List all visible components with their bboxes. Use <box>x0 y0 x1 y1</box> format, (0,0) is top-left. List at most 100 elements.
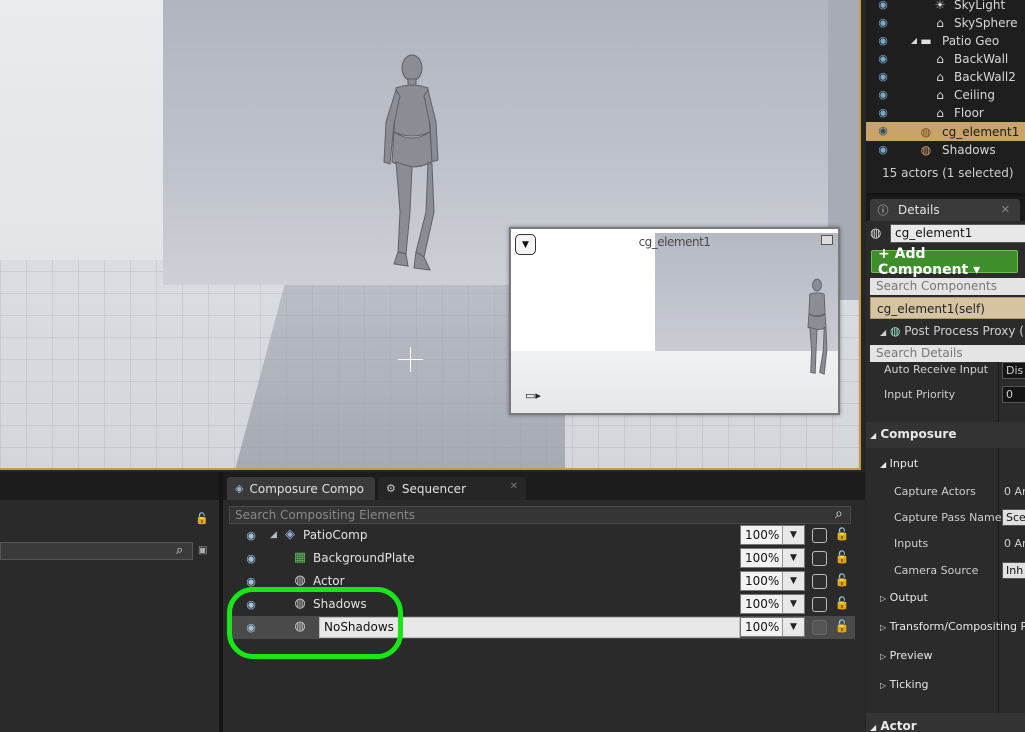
maximize-icon[interactable] <box>821 235 833 245</box>
expand-arrow-icon[interactable]: ◢ <box>880 328 886 337</box>
chevron-down-icon[interactable]: ▼ <box>782 549 804 567</box>
eye-icon[interactable]: ◉ <box>243 575 259 588</box>
outliner-row[interactable]: ◉ ⌂ BackWall <box>866 50 1025 68</box>
collapse-arrow-icon[interactable]: ▷ <box>880 681 886 690</box>
eye-icon[interactable]: ◉ <box>243 598 259 611</box>
comp-row-shadows[interactable]: ◉ ◍ Shadows 100% ▼ 🔓 <box>229 593 855 616</box>
lock-icon[interactable]: 🔓 <box>834 573 850 587</box>
chevron-down-icon[interactable]: ▼ <box>782 572 804 590</box>
outliner-row[interactable]: ◉ ◢ ▬ Patio Geo <box>866 32 1025 50</box>
lock-icon[interactable]: 🔓 <box>834 596 850 610</box>
collapse-arrow-icon[interactable]: ▷ <box>880 652 886 661</box>
element-icon: ◍ <box>920 143 932 157</box>
prop-label: Capture Actors <box>894 485 976 498</box>
inputs-value[interactable]: 0 Ar <box>1004 537 1025 550</box>
search-compositing-elements-input[interactable]: Search Compositing Elements <box>229 506 851 524</box>
camera-icon[interactable]: ▭▸ <box>525 389 541 402</box>
capture-pass-name-field[interactable]: Sce <box>1002 509 1025 526</box>
freeze-checkbox[interactable] <box>812 620 827 635</box>
search-components-input[interactable]: Search Components <box>870 278 1025 295</box>
outliner-label: Ceiling <box>954 88 995 102</box>
eye-icon[interactable]: ◉ <box>876 89 890 101</box>
eye-icon[interactable]: ◉ <box>243 552 259 565</box>
section-label: Transform/Compositing Pa <box>889 620 1025 633</box>
capture-actors-value[interactable]: 0 Ar <box>1004 485 1025 498</box>
outliner-row[interactable]: ◉ ☀ SkyLight <box>866 0 1025 14</box>
component-label: Post Process Proxy (P <box>904 324 1025 338</box>
expand-arrow-icon[interactable]: ◢ <box>870 723 876 732</box>
comp-row-noshadows[interactable]: ◉ ◍ NoShadows 100% ▼ 🔓 <box>229 616 855 639</box>
lock-icon[interactable]: 🔓 <box>195 512 209 525</box>
expand-arrow-icon[interactable]: ◢ <box>870 431 876 440</box>
eye-icon[interactable]: ◉ <box>876 71 890 83</box>
collapse-arrow-icon[interactable]: ▷ <box>880 623 886 632</box>
outliner-row-selected[interactable]: ◉ ◍ cg_element1 <box>866 122 1025 141</box>
collapse-arrow-icon[interactable]: ▷ <box>880 594 886 603</box>
outliner-row[interactable]: ◉ ⌂ Ceiling <box>866 86 1025 104</box>
actor-icon: ⌂ <box>936 16 944 30</box>
eye-icon[interactable]: ◉ <box>876 125 890 137</box>
lock-icon[interactable]: 🔓 <box>834 527 850 541</box>
save-icon[interactable]: ▣ <box>198 545 207 556</box>
layers-icon: ◈ <box>235 482 244 495</box>
camera-source-dropdown[interactable]: Inh <box>1002 562 1025 579</box>
column-divider[interactable] <box>998 362 999 732</box>
search-icon[interactable]: ⌕ <box>835 506 843 522</box>
search-details-input[interactable]: Search Details <box>870 345 1025 362</box>
outliner-row[interactable]: ◉ ◍ Shadows <box>866 141 1025 159</box>
eye-icon[interactable]: ◉ <box>876 0 890 11</box>
eye-icon[interactable]: ◉ <box>243 529 259 542</box>
mannequin-figure[interactable] <box>372 52 452 277</box>
eye-icon[interactable]: ◉ <box>876 144 890 156</box>
lock-icon[interactable]: 🔓 <box>834 619 850 633</box>
close-icon[interactable]: ✕ <box>510 481 518 492</box>
tab-details[interactable]: ⓘ Details ✕ <box>870 199 1020 221</box>
chevron-down-icon[interactable]: ▼ <box>782 595 804 613</box>
section-actor[interactable]: ◢ Actor <box>870 719 917 732</box>
section-output[interactable]: ▷ Output <box>880 591 928 604</box>
freeze-checkbox[interactable] <box>812 551 827 566</box>
eye-icon[interactable]: ◉ <box>876 35 890 47</box>
tab-composure-compositing[interactable]: ◈ Composure Compo <box>227 477 375 500</box>
prop-label: Camera Source <box>894 564 979 577</box>
lock-icon[interactable]: 🔓 <box>834 550 850 564</box>
auto-receive-input-dropdown[interactable]: Dis <box>1002 362 1025 379</box>
freeze-checkbox[interactable] <box>812 574 827 589</box>
comp-row-backgroundplate[interactable]: ◉ ▦ BackgroundPlate 100% ▼ 🔓 <box>229 547 855 570</box>
expand-arrow-icon[interactable]: ◢ <box>880 460 886 469</box>
search-input[interactable] <box>0 542 193 560</box>
component-post-process[interactable]: ◢ ◍ Post Process Proxy (P <box>880 324 1025 338</box>
section-input[interactable]: ◢ Input <box>880 457 918 470</box>
freeze-checkbox[interactable] <box>812 597 827 612</box>
chevron-down-icon[interactable]: ▼ <box>515 234 536 255</box>
close-icon[interactable]: ✕ <box>1001 203 1010 216</box>
chevron-down-icon[interactable]: ▼ <box>782 526 804 544</box>
eye-icon[interactable]: ◉ <box>876 107 890 119</box>
section-transform[interactable]: ▷ Transform/Compositing Pa <box>880 620 1025 633</box>
outliner-row[interactable]: ◉ ⌂ Floor <box>866 104 1025 122</box>
actor-name-field[interactable]: cg_element1 <box>890 224 1025 243</box>
component-self[interactable]: cg_element1(self) <box>870 297 1025 319</box>
level-viewport[interactable]: cg_element1 ▼ ▭▸ <box>0 0 861 470</box>
camera-preview[interactable]: cg_element1 ▼ ▭▸ <box>509 227 840 415</box>
section-composure[interactable]: ◢ Composure <box>870 427 956 441</box>
search-icon[interactable]: ⌕ <box>176 543 183 558</box>
eye-icon[interactable]: ◉ <box>876 53 890 65</box>
sequencer-icon: ⚙ <box>386 482 396 495</box>
eye-icon[interactable]: ◉ <box>243 621 259 634</box>
comp-row-actor[interactable]: ◉ ◍ Actor 100% ▼ 🔓 <box>229 570 855 593</box>
input-priority-field[interactable]: 0 <box>1002 386 1025 403</box>
outliner-row[interactable]: ◉ ⌂ BackWall2 <box>866 68 1025 86</box>
freeze-checkbox[interactable] <box>812 528 827 543</box>
rename-input[interactable]: NoShadows <box>319 617 740 638</box>
actor-count: 15 actors (1 selected) <box>882 166 1014 180</box>
comp-row-patiocomp[interactable]: ◉ ◢ ◈ PatioComp 100% ▼ 🔓 <box>229 524 855 547</box>
tab-sequencer[interactable]: ⚙ Sequencer ✕ <box>378 477 526 500</box>
eye-icon[interactable]: ◉ <box>876 17 890 29</box>
chevron-down-icon[interactable]: ▼ <box>782 618 804 636</box>
section-preview[interactable]: ▷ Preview <box>880 649 932 662</box>
outliner-row[interactable]: ◉ ⌂ SkySphere <box>866 14 1025 32</box>
section-ticking[interactable]: ▷ Ticking <box>880 678 929 691</box>
expand-arrow-icon[interactable]: ◢ <box>270 530 277 540</box>
add-component-button[interactable]: + Add Component ▾ <box>871 246 1018 278</box>
